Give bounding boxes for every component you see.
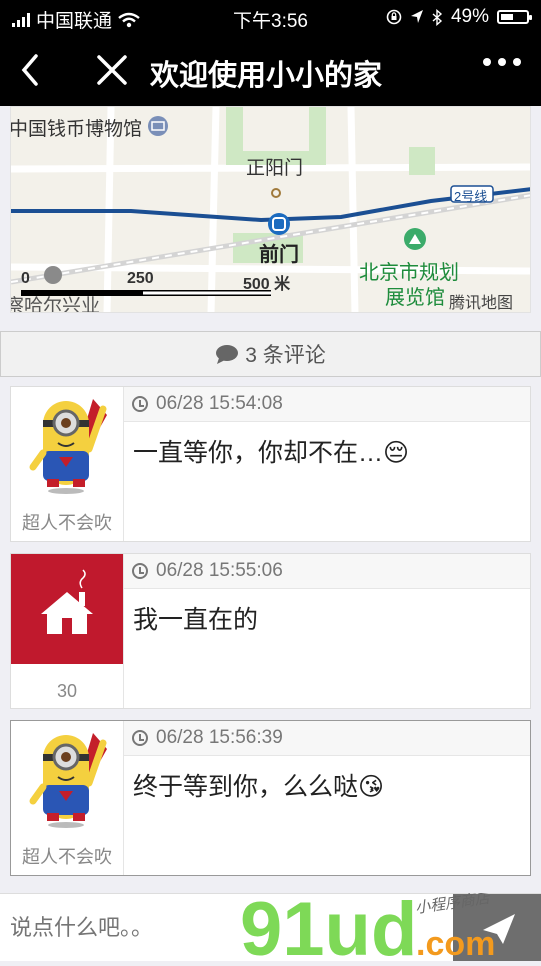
battery-icon <box>497 10 532 24</box>
clock-icon <box>132 396 148 412</box>
comment-input-bar <box>0 893 541 961</box>
park-area <box>409 147 435 175</box>
museum-icon <box>148 116 168 136</box>
comment-meta: 06/28 15:55:06 <box>124 554 530 589</box>
map-label-museum: 中国钱币博物馆 <box>10 119 143 140</box>
comment-author: 超人不会吹 <box>11 721 124 875</box>
scale-label-500: 500 米 <box>243 276 291 293</box>
minion-avatar[interactable] <box>11 387 123 497</box>
comment-time: 06/28 15:55:06 <box>156 560 283 581</box>
comment-author: 超人不会吹 <box>11 387 124 541</box>
map-label-bottom-left: 察哈尔兴业 <box>10 296 101 313</box>
status-right: 49% <box>386 6 532 28</box>
comment-username: 超人不会吹 <box>22 847 112 867</box>
orientation-lock-icon <box>386 9 402 25</box>
comment-time: 06/28 15:56:39 <box>156 727 283 748</box>
map-label-qianmen: 前门 <box>259 244 299 266</box>
battery-percent: 49% <box>450 6 489 27</box>
scale-label-250: 250 <box>127 270 154 287</box>
map-label-planning-line2: 展览馆 <box>385 287 445 309</box>
page-title: 欢迎使用小小的家 <box>150 60 383 92</box>
comment-username: 30 <box>56 681 78 701</box>
scale-label-0: 0 <box>21 270 30 287</box>
comment-count-bar: 3 条评论 <box>0 331 541 377</box>
bluetooth-icon <box>432 8 443 26</box>
map-label-zhengyangmen: 正阳门 <box>246 158 304 179</box>
clock-icon <box>132 730 148 746</box>
map-view[interactable]: 中国钱币博物馆 正阳门 2号线 前门 北京市规划 展览馆 察哈尔兴业 腾讯地图 … <box>10 106 531 313</box>
status-bar: 中国联通 下午3:56 49% <box>0 0 541 34</box>
map-poi-dot <box>271 188 281 198</box>
comment-card: 超人不会吹 06/28 15:56:39 终于等到你，么么哒😘 <box>10 720 531 876</box>
navbar: 欢迎使用小小的家 <box>0 34 541 106</box>
comment-text: 我一直在的 <box>133 606 259 634</box>
comment-time: 06/28 15:54:08 <box>156 393 283 414</box>
back-chevron-icon[interactable] <box>14 48 54 92</box>
more-icon[interactable] <box>483 58 521 66</box>
home-avatar[interactable] <box>11 554 123 664</box>
comment-meta: 06/28 15:54:08 <box>124 387 530 422</box>
close-icon[interactable] <box>92 48 132 92</box>
comment-count: 3 条评论 <box>245 344 326 367</box>
speech-bubble-icon <box>216 345 239 364</box>
comment-text: 一直等你，你却不在…😔 <box>133 439 410 467</box>
comment-input[interactable] <box>8 904 432 952</box>
subway-station-icon <box>268 213 290 235</box>
clock-icon <box>132 563 148 579</box>
map-provider-label: 腾讯地图 <box>449 295 514 312</box>
comment-card: 30 06/28 15:55:06 我一直在的 <box>10 553 531 709</box>
comment-card: 超人不会吹 06/28 15:54:08 一直等你，你却不在…😔 <box>10 386 531 542</box>
minion-avatar[interactable] <box>11 721 123 831</box>
send-icon <box>483 914 515 944</box>
scale-poi-icon <box>44 266 62 284</box>
location-icon <box>410 10 423 23</box>
map-label-line2: 2号线 <box>454 189 488 204</box>
send-button[interactable] <box>453 894 541 961</box>
comment-username: 超人不会吹 <box>22 513 112 533</box>
comment-meta: 06/28 15:56:39 <box>124 721 530 756</box>
comment-text: 终于等到你，么么哒😘 <box>133 773 385 801</box>
comment-author: 30 <box>11 554 124 708</box>
